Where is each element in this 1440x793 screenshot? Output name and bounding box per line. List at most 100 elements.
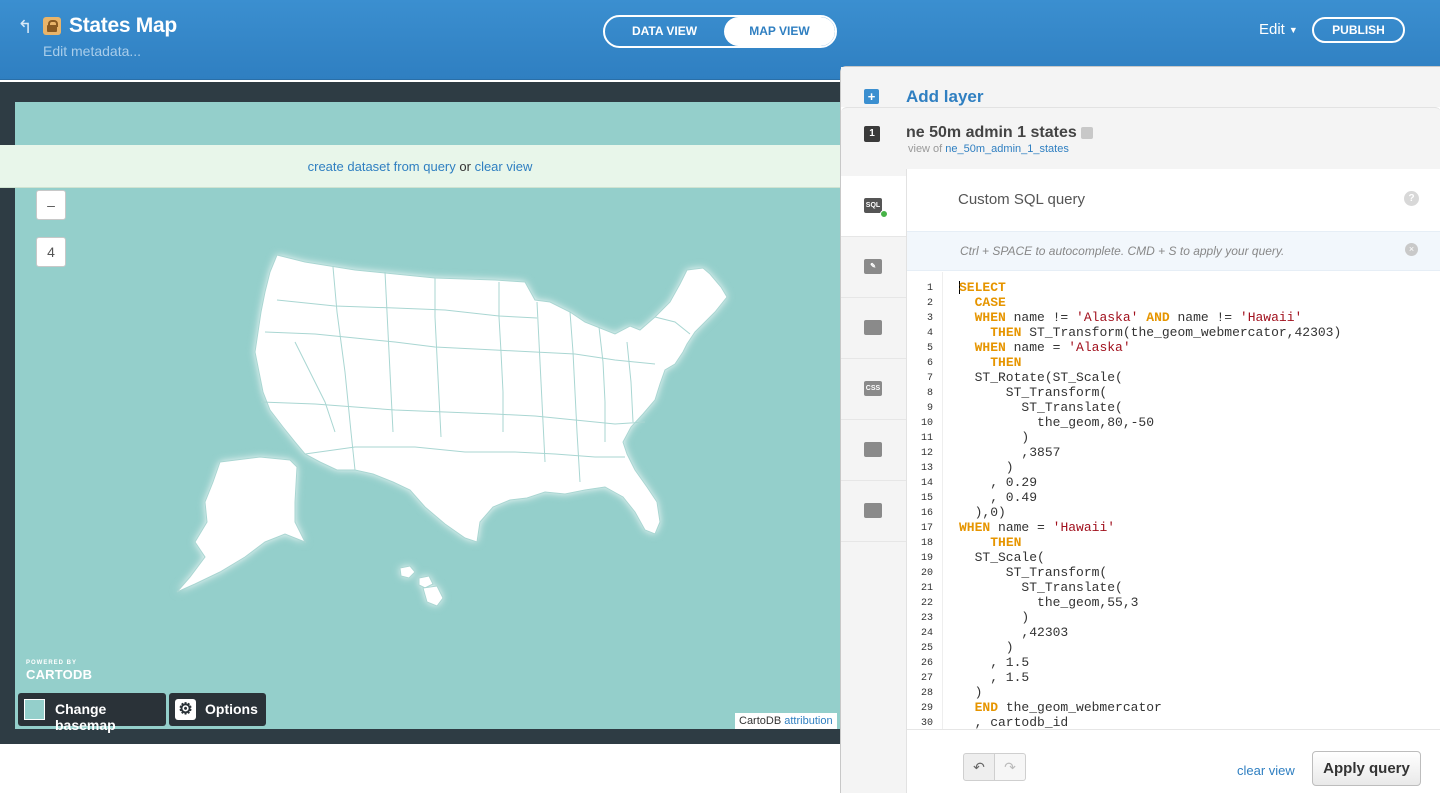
line-number: 30 — [920, 718, 933, 729]
view-of-prefix: view of — [908, 143, 946, 155]
brush-icon: ✎ — [864, 259, 882, 274]
layer-name[interactable]: ne 50m admin 1 states — [906, 124, 1093, 142]
attribution-link[interactable]: attribution — [784, 715, 832, 727]
basemap-swatch-icon — [24, 699, 45, 720]
zoom-out-button[interactable]: – — [36, 190, 66, 220]
options-label: Options — [205, 701, 258, 717]
apply-query-button[interactable]: Apply query — [1312, 751, 1421, 786]
line-number: 23 — [920, 613, 933, 624]
code-line: END the_geom_webmercator — [974, 700, 1162, 715]
line-number: 24 — [920, 628, 933, 639]
line-number: 25 — [920, 643, 933, 654]
hawaii-island-3 — [422, 585, 444, 607]
line-number: 11 — [920, 433, 933, 444]
line-number: 10 — [920, 418, 933, 429]
options-button[interactable]: ⚙ Options — [169, 693, 266, 726]
line-number: 1 — [926, 283, 933, 294]
map-canvas[interactable]: – 4 — [15, 102, 840, 729]
map-view-tab[interactable]: MAP VIEW — [724, 17, 835, 46]
code-line: ST_Transform( — [959, 385, 1108, 400]
logo-powered-by: POWERED BY — [26, 660, 78, 666]
edit-metadata-link[interactable]: Edit metadata... — [43, 43, 141, 59]
add-layer-label: Add layer — [906, 87, 984, 106]
data-view-tab[interactable]: DATA VIEW — [605, 17, 724, 46]
edit-menu[interactable]: Edit ▼ — [1259, 21, 1298, 38]
change-basemap-label: Change basemap — [55, 701, 116, 733]
alaska-shape — [176, 456, 307, 593]
close-icon[interactable]: × — [1405, 243, 1418, 256]
clear-view-link[interactable]: clear view — [1237, 763, 1295, 778]
line-number: 16 — [920, 508, 933, 519]
attribution-prefix: CartoDB — [739, 715, 785, 727]
cartodb-logo: POWERED BY CARTODB — [26, 660, 92, 682]
line-number: 22 — [920, 598, 933, 609]
tool-css[interactable]: CSS — [841, 359, 906, 420]
legend-icon — [864, 442, 882, 457]
line-number-gutter: 1 2 3 4 5 6 7 8 9 10 11 12 13 14 15 16 1 — [907, 272, 943, 729]
change-basemap-button[interactable]: Change basemap — [18, 693, 166, 733]
tool-wizard[interactable]: ✎ — [841, 237, 906, 298]
line-number: 28 — [920, 688, 933, 699]
help-icon[interactable]: ? — [1404, 191, 1419, 206]
code-line: ) — [959, 640, 1014, 655]
undo-button[interactable]: ↶ — [963, 753, 995, 781]
hawaii-island-1 — [399, 565, 416, 579]
clear-view-link-notice[interactable]: clear view — [475, 159, 533, 174]
code-line: ) — [959, 460, 1014, 475]
code-line: ,3857 — [959, 445, 1061, 460]
layer-number-badge: 1 — [864, 126, 880, 142]
code-line: ST_Transform( — [959, 565, 1108, 580]
line-number: 12 — [920, 448, 933, 459]
source-table-link[interactable]: ne_50m_admin_1_states — [945, 143, 1069, 155]
redo-button[interactable]: ↷ — [995, 753, 1026, 781]
line-number: 29 — [920, 703, 933, 714]
tool-sql[interactable]: SQL — [841, 176, 906, 237]
sql-code-editor[interactable]: 1 2 3 4 5 6 7 8 9 10 11 12 13 14 15 16 1 — [907, 272, 1440, 729]
us-states-map — [176, 254, 728, 607]
line-number: 27 — [920, 673, 933, 684]
code-line: CASE — [974, 295, 1006, 310]
logo-cartodb: CARTODB — [26, 667, 93, 682]
sql-applied-dot-icon — [880, 210, 888, 218]
line-number: 21 — [920, 583, 933, 594]
map-title[interactable]: States Map — [69, 14, 177, 38]
tool-infowindow[interactable] — [841, 298, 906, 359]
view-toggle: DATA VIEW MAP VIEW — [603, 15, 837, 48]
gear-icon: ⚙ — [175, 699, 196, 720]
sql-hint-text: Ctrl + SPACE to autocomplete. CMD + S to… — [960, 244, 1285, 258]
publish-button[interactable]: PUBLISH — [1312, 17, 1405, 43]
line-number: 18 — [920, 538, 933, 549]
code-line: the_geom,80,-50 — [959, 415, 1155, 430]
layer-source: view of ne_50m_admin_1_states — [908, 143, 1069, 155]
add-layer-row[interactable]: + Add layer — [841, 67, 1440, 107]
sql-editor-pane: Custom SQL query ? Ctrl + SPACE to autoc… — [907, 169, 1440, 793]
back-arrow-icon[interactable]: ↰ — [14, 16, 36, 38]
tool-filters[interactable] — [841, 481, 906, 542]
line-number: 15 — [920, 493, 933, 504]
sql-hint-bar: Ctrl + SPACE to autocomplete. CMD + S to… — [907, 231, 1440, 271]
contiguous-us-shape — [254, 254, 728, 543]
line-number: 14 — [920, 478, 933, 489]
css-icon: CSS — [864, 381, 882, 396]
code-line: THEN ST_Transform(the_geom_webmercator,4… — [990, 325, 1342, 340]
line-number: 8 — [926, 388, 933, 399]
code-line: ST_Translate( — [959, 580, 1123, 595]
tool-sidebar: SQL ✎ CSS — [841, 169, 907, 793]
code-line: , 1.5 — [959, 655, 1030, 670]
lock-icon[interactable] — [43, 17, 61, 35]
tool-legend[interactable] — [841, 420, 906, 481]
sql-icon: SQL — [864, 198, 882, 213]
code-line: THEN — [990, 355, 1022, 370]
edit-menu-label: Edit — [1259, 21, 1285, 38]
speech-bubble-icon — [864, 320, 882, 335]
code-line: ST_Translate( — [959, 400, 1123, 415]
code-line: THEN — [990, 535, 1022, 550]
line-number: 2 — [926, 298, 933, 309]
hawaii-island-2 — [418, 575, 434, 589]
code-line: , 0.49 — [959, 490, 1038, 505]
code-line: ),0) — [959, 505, 1006, 520]
rss-icon — [1080, 126, 1093, 139]
code-line: , 0.29 — [959, 475, 1038, 490]
create-dataset-link[interactable]: create dataset from query — [308, 159, 456, 174]
line-number: 17 — [920, 523, 933, 534]
